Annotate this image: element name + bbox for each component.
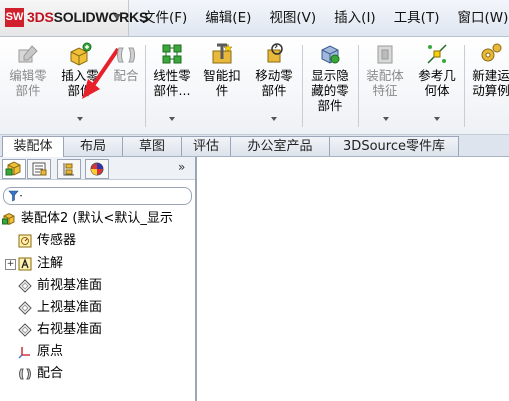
new-motion-study-button[interactable]: 新建运 动算例 [466,37,509,98]
edit-component-icon [18,45,38,63]
app-logo-menu[interactable]: SW 3DSSOLIDWORKS [0,0,148,36]
ribbon-separator [464,45,465,127]
menu-edit[interactable]: 编辑(E) [201,0,255,36]
assembly-features-button[interactable]: 装配体 特征 [360,37,410,98]
sw-logo-icon: SW [5,8,24,27]
plane-icon [18,323,32,337]
ribbon-separator [302,45,303,127]
tab-layout[interactable]: 布局 [63,136,123,156]
feature-manager-tab[interactable] [2,159,26,179]
mate-icon [117,47,135,63]
feature-manager-panel: » 装配体2 (默认<默认_显示 传感器 + 注解 前视基准面 上视基准面 右视… [0,157,197,401]
manager-tabs: » [0,157,195,180]
feature-manager-icon [5,161,21,176]
app-logo-text: 3DSSOLIDWORKS [27,9,149,25]
menu-window[interactable]: 窗口(W) [453,0,509,36]
origin-icon [18,347,30,359]
tab-3dsource-library[interactable]: 3DSource零件库 [329,136,459,156]
linear-pattern-dropdown-icon[interactable] [169,117,175,121]
assembly-features-icon [377,45,393,64]
command-manager-tabs: 装配体 布局 草图 评估 办公室产品 3DSource零件库 [0,135,509,157]
assembly-features-dropdown-icon[interactable] [383,117,389,121]
assembly-icon [2,212,15,226]
annotation-icon [18,257,32,271]
reference-geometry-icon [427,44,447,64]
smart-fasteners-icon [212,43,233,64]
appearance-tab[interactable] [85,159,109,179]
tab-assembly[interactable]: 装配体 [2,136,64,157]
annotations-expander-icon[interactable]: + [5,259,16,270]
logo-dropdown-icon[interactable] [113,14,121,20]
show-hidden-components-button[interactable]: 显示隐 藏的零 部件 [304,37,356,113]
mates-folder-icon [19,368,31,380]
sensor-icon [18,234,32,248]
property-manager-tab[interactable] [27,159,51,179]
appearance-icon [90,162,104,176]
menu-file[interactable]: 文件(F) [138,0,191,36]
ribbon-separator [358,45,359,127]
menu-insert[interactable]: 插入(I) [330,0,380,36]
configuration-manager-icon [63,163,74,176]
menu-bar: 文件(F) 编辑(E) 视图(V) 插入(I) 工具(T) 窗口(W) [138,0,509,36]
linear-pattern-button[interactable]: 线性零 部件... [148,37,196,98]
edit-component-button[interactable]: 编辑零 部件 [4,37,52,98]
move-component-icon [267,43,283,63]
move-component-button[interactable]: 移动零 部件 [249,37,299,98]
menu-view[interactable]: 视图(V) [265,0,320,36]
configuration-manager-tab[interactable] [57,159,81,179]
reference-geometry-button[interactable]: 参考几 何体 [412,37,462,98]
linear-pattern-icon [162,44,182,64]
tab-sketch[interactable]: 草图 [122,136,182,156]
reference-geometry-dropdown-icon[interactable] [434,117,440,121]
title-bar: SW 3DSSOLIDWORKS 文件(F) 编辑(E) 视图(V) 插入(I)… [0,0,509,37]
feature-filter-field[interactable] [3,187,192,205]
command-manager: 编辑零 部件 插入零 部件 配合 线性零 部件... 智能扣 件 移动零 部件 … [0,37,509,135]
filter-icon[interactable] [8,190,24,202]
insert-components-dropdown-icon[interactable] [77,117,83,121]
expand-panel-icon[interactable]: » [178,160,185,174]
move-component-dropdown-icon[interactable] [271,117,277,121]
plane-icon [18,279,32,293]
motion-study-icon [481,43,502,62]
smart-fasteners-button[interactable]: 智能扣 件 [199,37,245,98]
menu-tools[interactable]: 工具(T) [390,0,444,36]
tab-evaluate[interactable]: 评估 [181,136,231,156]
graphics-area[interactable] [197,157,509,401]
show-hidden-icon [321,45,340,64]
ribbon-separator [145,45,146,127]
tab-office-products[interactable]: 办公室产品 [230,136,330,156]
plane-icon [18,301,32,315]
mate-button[interactable]: 配合 [108,37,144,83]
property-manager-icon [32,162,47,176]
